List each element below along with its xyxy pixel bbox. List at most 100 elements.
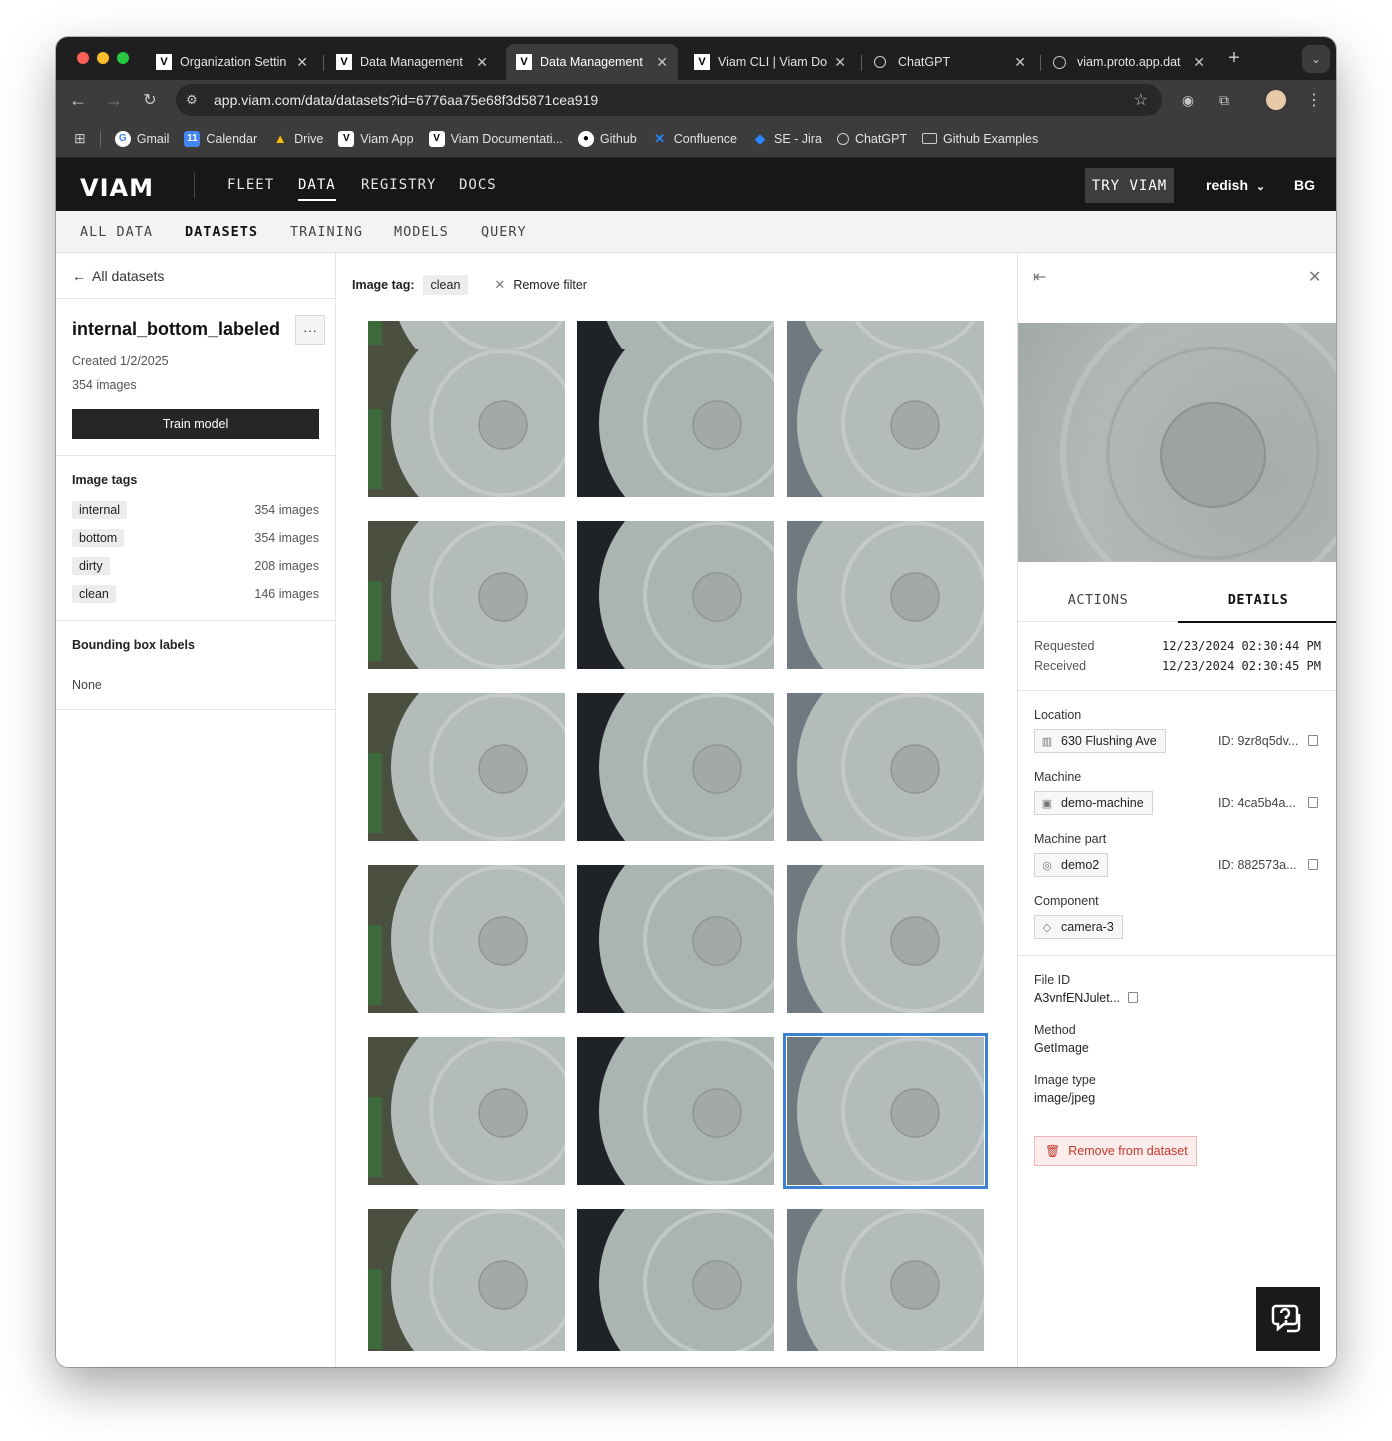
image-thumbnail[interactable] [787, 865, 984, 1013]
image-thumbnail[interactable] [368, 1037, 565, 1185]
image-thumbnail[interactable] [783, 1033, 988, 1189]
image-thumbnail[interactable] [577, 693, 774, 841]
close-tab-icon[interactable]: ✕ [1014, 54, 1026, 71]
image-thumbnail[interactable] [787, 1209, 984, 1351]
copy-icon[interactable] [1308, 797, 1318, 808]
forward-arrow-icon[interactable]: → [102, 88, 126, 112]
close-tab-icon[interactable]: ✕ [656, 54, 668, 71]
thumbnail-image [368, 865, 565, 1013]
image-thumbnail[interactable] [577, 521, 774, 669]
maximize-window-button[interactable] [117, 52, 129, 64]
viam-logo[interactable]: VIAM [80, 174, 154, 202]
remove-filter-button[interactable]: ✕ Remove filter [494, 277, 587, 293]
tab-all-data[interactable]: ALL DATA [80, 224, 153, 240]
browser-menu-icon[interactable]: ⋮ [1302, 88, 1326, 112]
tag-row[interactable]: clean 146 images [72, 584, 319, 604]
browser-tab[interactable]: viam.proto.app.dat ✕ [1043, 44, 1215, 80]
browser-tab-active[interactable]: V Data Management ✕ [506, 44, 678, 80]
tab-training[interactable]: TRAINING [290, 224, 363, 240]
location-chip[interactable]: ▥ 630 Flushing Ave [1034, 729, 1166, 753]
image-thumbnail[interactable] [577, 349, 774, 497]
close-tab-icon[interactable]: ✕ [834, 54, 846, 71]
train-model-button[interactable]: Train model [72, 409, 319, 439]
org-name: redish [1206, 177, 1249, 193]
apps-grid-icon[interactable]: ⊞ [74, 130, 86, 147]
bookmark-viam-docs[interactable]: V Viam Documentati... [428, 130, 563, 147]
try-viam-button[interactable]: TRY VIAM [1085, 168, 1174, 203]
password-manager-icon[interactable]: ◉ [1176, 88, 1200, 112]
nav-registry[interactable]: REGISTRY [361, 177, 436, 193]
tag-row[interactable]: internal 354 images [72, 500, 319, 520]
image-thumbnail[interactable] [577, 1037, 774, 1185]
tab-search-icon[interactable]: ⌄ [1302, 45, 1330, 73]
machine-label: Machine [1034, 770, 1082, 784]
tab-actions[interactable]: ACTIONS [1018, 592, 1178, 608]
bookmark-viam-app[interactable]: V Viam App [338, 130, 414, 147]
location-id: ID: 9zr8q5dv... [1218, 734, 1299, 748]
bookmark-chatgpt[interactable]: ChatGPT [836, 132, 907, 146]
image-thumbnail[interactable] [368, 1209, 565, 1351]
help-chat-button[interactable] [1256, 1287, 1320, 1351]
bookmark-drive[interactable]: ▲ Drive [272, 131, 324, 147]
bookmark-github[interactable]: ● Github [577, 130, 637, 147]
nav-docs[interactable]: DOCS [459, 177, 497, 193]
nav-fleet[interactable]: FLEET [227, 177, 274, 193]
thumbnail-image [787, 349, 984, 497]
tag-row[interactable]: bottom 354 images [72, 528, 319, 548]
image-thumbnail[interactable] [577, 1209, 774, 1351]
browser-tab[interactable]: V Data Management ✕ [326, 44, 498, 80]
bookmark-gmail[interactable]: G Gmail [114, 130, 169, 147]
browser-tab[interactable]: ChatGPT ✕ [864, 44, 1036, 80]
bookmarks-bar: ⊞ G Gmail 11 Calendar ▲ Drive V Viam App V Vi… [56, 120, 1336, 158]
site-settings-icon[interactable]: ⚙ [186, 92, 198, 108]
reload-icon[interactable]: ↻ [138, 88, 162, 112]
close-tab-icon[interactable]: ✕ [476, 54, 488, 71]
machine-part-chip[interactable]: ◎ demo2 [1034, 853, 1109, 877]
tab-details[interactable]: DETAILS [1178, 592, 1336, 623]
copy-icon[interactable] [1308, 859, 1318, 870]
more-options-button[interactable]: ··· [295, 315, 325, 345]
user-avatar[interactable]: BG [1294, 177, 1315, 193]
bookmark-star-icon[interactable]: ☆ [1134, 90, 1148, 110]
tab-query[interactable]: QUERY [481, 224, 527, 240]
back-arrow-icon[interactable]: ← [66, 88, 90, 112]
bookmark-confluence[interactable]: ✕ Confluence [652, 131, 737, 147]
browser-tab[interactable]: V Organization Settin ✕ [146, 44, 318, 80]
image-thumbnail[interactable] [577, 865, 774, 1013]
image-thumbnail[interactable] [787, 521, 984, 669]
close-tab-icon[interactable]: ✕ [296, 54, 308, 71]
machine-chip[interactable]: ▣ demo-machine [1034, 791, 1153, 815]
tab-datasets[interactable]: DATASETS [185, 224, 258, 240]
profile-avatar[interactable] [1266, 90, 1286, 110]
thumbnail-image [368, 349, 565, 497]
tag-row[interactable]: dirty 208 images [72, 556, 319, 576]
image-thumbnail[interactable] [368, 349, 565, 497]
remove-from-dataset-button[interactable]: 🗑 Remove from dataset [1034, 1136, 1197, 1166]
copy-icon[interactable] [1308, 735, 1318, 746]
image-thumbnail[interactable] [368, 693, 565, 841]
new-tab-icon[interactable]: + [1222, 46, 1246, 70]
copy-icon[interactable] [1128, 992, 1138, 1003]
bookmark-github-examples[interactable]: Github Examples [922, 132, 1038, 146]
machine-part-label: Machine part [1034, 832, 1107, 846]
collapse-panel-icon[interactable]: ⇤ [1033, 267, 1046, 287]
bookmark-jira[interactable]: ◆ SE - Jira [752, 131, 822, 147]
minimize-window-button[interactable] [97, 52, 109, 64]
all-datasets-link[interactable]: ← All datasets [72, 268, 164, 284]
building-icon: ▥ [1041, 735, 1053, 748]
org-selector[interactable]: redish ⌄ [1206, 177, 1265, 193]
close-tab-icon[interactable]: ✕ [1193, 54, 1205, 71]
extensions-icon[interactable]: ⧉ [1212, 88, 1236, 112]
close-icon[interactable]: ✕ [1308, 267, 1321, 287]
browser-tab[interactable]: V Viam CLI | Viam Do ✕ [684, 44, 856, 80]
address-bar[interactable]: ⚙ app.viam.com/data/datasets?id=6776aa75… [176, 84, 1162, 116]
image-thumbnail[interactable] [368, 521, 565, 669]
component-chip[interactable]: ◇ camera-3 [1034, 915, 1123, 939]
image-thumbnail[interactable] [787, 693, 984, 841]
nav-data[interactable]: DATA [298, 177, 336, 201]
image-thumbnail[interactable] [368, 865, 565, 1013]
image-thumbnail[interactable] [787, 349, 984, 497]
bookmark-calendar[interactable]: 11 Calendar [184, 130, 257, 147]
close-window-button[interactable] [77, 52, 89, 64]
tab-models[interactable]: MODELS [394, 224, 449, 240]
